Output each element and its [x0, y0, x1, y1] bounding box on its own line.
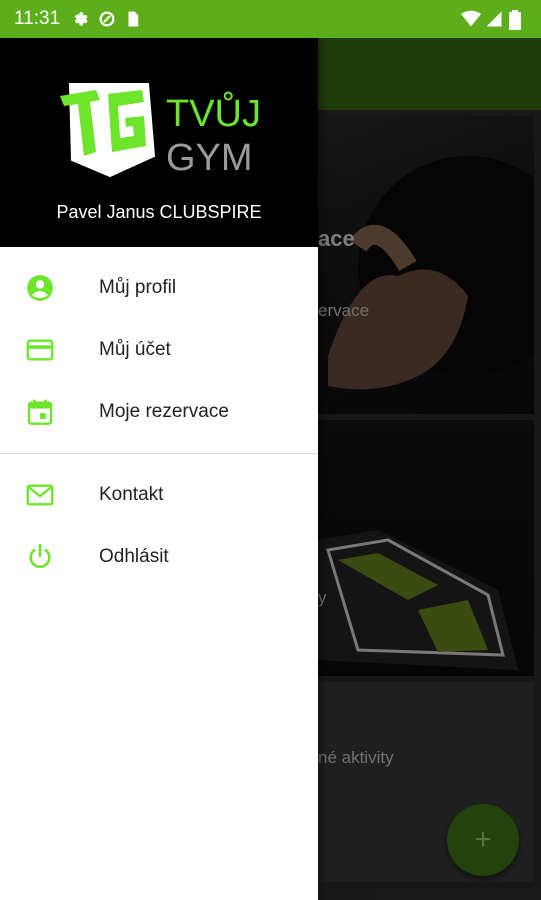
menu-divider — [0, 453, 318, 454]
menu-item-logout[interactable]: Odhlásit — [0, 526, 318, 588]
tvuj-gym-logo: TVŮJ GYM — [56, 78, 266, 179]
wifi-icon — [461, 10, 481, 28]
logo-text-top: TVŮJ — [166, 90, 261, 135]
mail-icon — [26, 481, 54, 509]
menu-item-reservations[interactable]: Moje rezervace — [0, 381, 318, 443]
menu-item-contact[interactable]: Kontakt — [0, 464, 318, 526]
data-saver-icon — [98, 10, 116, 28]
menu-label-reservations: Moje rezervace — [99, 401, 229, 422]
account-circle-icon — [26, 274, 54, 302]
power-icon — [26, 543, 54, 571]
sim-card-icon — [124, 10, 142, 28]
battery-icon — [509, 10, 527, 30]
menu-label-contact: Kontakt — [99, 484, 164, 505]
menu-item-account[interactable]: Můj účet — [0, 319, 318, 381]
status-bar: 11:31 — [0, 0, 541, 38]
drawer-header: TVŮJ GYM Pavel Janus CLUBSPIRE — [0, 38, 318, 247]
signal-icon — [485, 10, 503, 28]
menu-label-logout: Odhlásit — [99, 546, 169, 567]
user-name: Pavel Janus CLUBSPIRE — [56, 202, 262, 222]
logo-text-bottom: GYM — [166, 137, 253, 178]
menu-label-profile: Můj profil — [99, 277, 177, 298]
menu-item-profile[interactable]: Můj profil — [0, 257, 318, 319]
credit-card-icon — [26, 336, 54, 364]
drawer-menu-secondary: Kontakt Odhlásit — [0, 464, 318, 588]
status-time: 11:31 — [14, 8, 61, 29]
gear-icon — [72, 10, 90, 28]
menu-label-account: Můj účet — [99, 339, 171, 360]
drawer-menu-primary: Můj profil Můj účet Moje rezervace — [0, 247, 318, 443]
navigation-drawer: TVŮJ GYM Pavel Janus CLUBSPIRE Můj profi… — [0, 38, 318, 900]
calendar-icon — [26, 398, 54, 426]
